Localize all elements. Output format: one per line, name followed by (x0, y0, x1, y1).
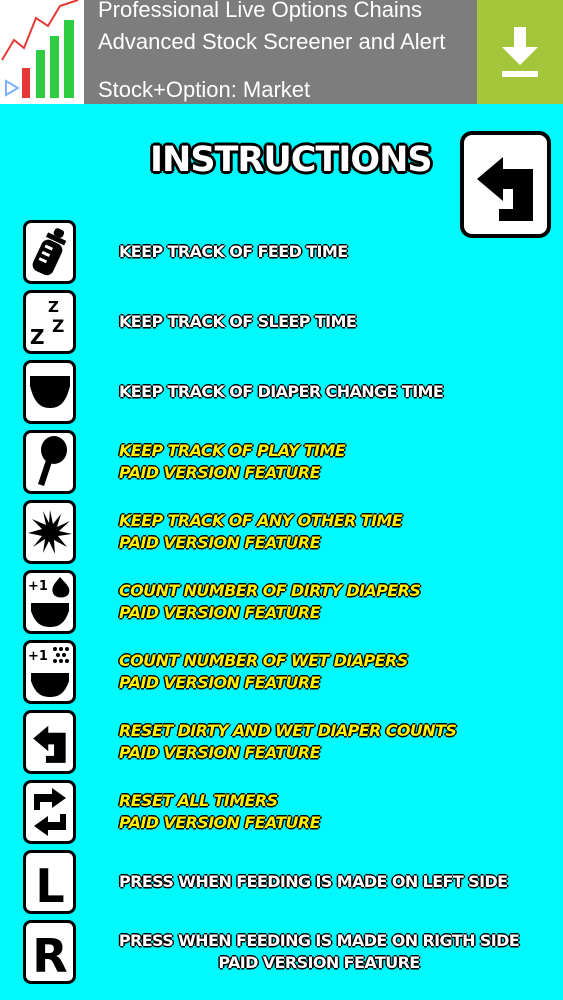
rattle-icon (23, 430, 76, 494)
return-arrow-icon (476, 156, 533, 221)
baby-bottle-icon (23, 220, 76, 284)
instruction-row-right-side: R PRESS WHEN FEEDING IS MADE ON RIGTH SI… (0, 920, 563, 986)
ad-headline-1: Professional Live Options Chains (98, 0, 423, 22)
row-label: RESET DIRTY AND WET DIAPER COUNTS (119, 721, 457, 740)
row-label: PRESS WHEN FEEDING IS MADE ON RIGTH SIDE (118, 931, 520, 950)
paid-feature-label: PAID VERSION FEATURE (119, 813, 321, 832)
ad-headline-2: Advanced Stock Screener and Alert (98, 29, 446, 54)
left-side-letter-icon: L (23, 850, 76, 914)
instruction-row-reset-counts: RESET DIRTY AND WET DIAPER COUNTS PAID V… (0, 710, 563, 776)
reset-counts-arrow-icon (23, 710, 76, 774)
starburst-icon (23, 500, 76, 564)
ad-banner[interactable]: Professional Live Options Chains Advance… (0, 0, 563, 104)
row-label: RESET ALL TIMERS (119, 791, 278, 810)
instruction-row-feed: KEEP TRACK OF FEED TIME (0, 220, 563, 286)
instruction-row-other: KEEP TRACK OF ANY OTHER TIME PAID VERSIO… (0, 500, 563, 566)
ad-text-block[interactable]: Professional Live Options Chains Advance… (98, 0, 468, 102)
paid-feature-label: PAID VERSION FEATURE (119, 743, 321, 762)
paid-feature-label: PAID VERSION FEATURE (218, 953, 420, 972)
row-label: COUNT NUMBER OF DIRTY DIAPERS (119, 581, 421, 600)
row-label: KEEP TRACK OF FEED TIME (119, 242, 348, 261)
svg-text:Z: Z (52, 317, 64, 337)
paid-feature-label: PAID VERSION FEATURE (119, 533, 321, 552)
download-arrow-icon (502, 27, 538, 77)
dirty-diaper-plus-one-icon: +1 (23, 570, 76, 634)
instruction-row-left-side: L PRESS WHEN FEEDING IS MADE ON LEFT SID… (0, 850, 563, 916)
paid-feature-label: PAID VERSION FEATURE (119, 673, 321, 692)
instruction-row-dirty-count: +1 COUNT NUMBER OF DIRTY DIAPERS PAID VE… (0, 570, 563, 636)
badge-text: +1 (28, 579, 48, 594)
row-label: KEEP TRACK OF PLAY TIME (119, 441, 346, 460)
instruction-row-play: KEEP TRACK OF PLAY TIME PAID VERSION FEA… (0, 430, 563, 496)
ad-download-button[interactable] (477, 0, 563, 104)
row-label: KEEP TRACK OF ANY OTHER TIME (119, 511, 403, 530)
right-side-letter-icon: R (23, 920, 76, 984)
page-title: INSTRUCTIONS (150, 140, 433, 180)
paid-feature-label: PAID VERSION FEATURE (119, 603, 321, 622)
paid-feature-label: PAID VERSION FEATURE (119, 463, 321, 482)
svg-text:Z: Z (30, 325, 45, 348)
wet-diaper-plus-one-icon: +1 (23, 640, 76, 704)
row-label: PRESS WHEN FEEDING IS MADE ON LEFT SIDE (119, 872, 508, 891)
svg-text:Z: Z (48, 298, 59, 316)
side-letter: R (32, 929, 67, 978)
ad-choices-icon[interactable] (2, 78, 22, 98)
ad-headline-3: Stock+Option: Market (98, 77, 311, 102)
instruction-row-reset-all: RESET ALL TIMERS PAID VERSION FEATURE (0, 780, 563, 846)
sleep-zzz-icon: Z Z Z (23, 290, 76, 354)
instruction-row-wet-count: +1 COUNT NUMBER OF WET DIAPERS PAID VERS… (0, 640, 563, 706)
diaper-icon (23, 360, 76, 424)
instruction-row-sleep: Z Z Z KEEP TRACK OF SLEEP TIME (0, 290, 563, 356)
reset-all-arrows-icon (23, 780, 76, 844)
badge-text: +1 (28, 649, 48, 664)
row-label: COUNT NUMBER OF WET DIAPERS (119, 651, 408, 670)
row-label: KEEP TRACK OF SLEEP TIME (119, 312, 357, 331)
row-label: KEEP TRACK OF DIAPER CHANGE TIME (119, 382, 444, 401)
instruction-row-diaper: KEEP TRACK OF DIAPER CHANGE TIME (0, 360, 563, 426)
side-letter: L (35, 859, 64, 908)
